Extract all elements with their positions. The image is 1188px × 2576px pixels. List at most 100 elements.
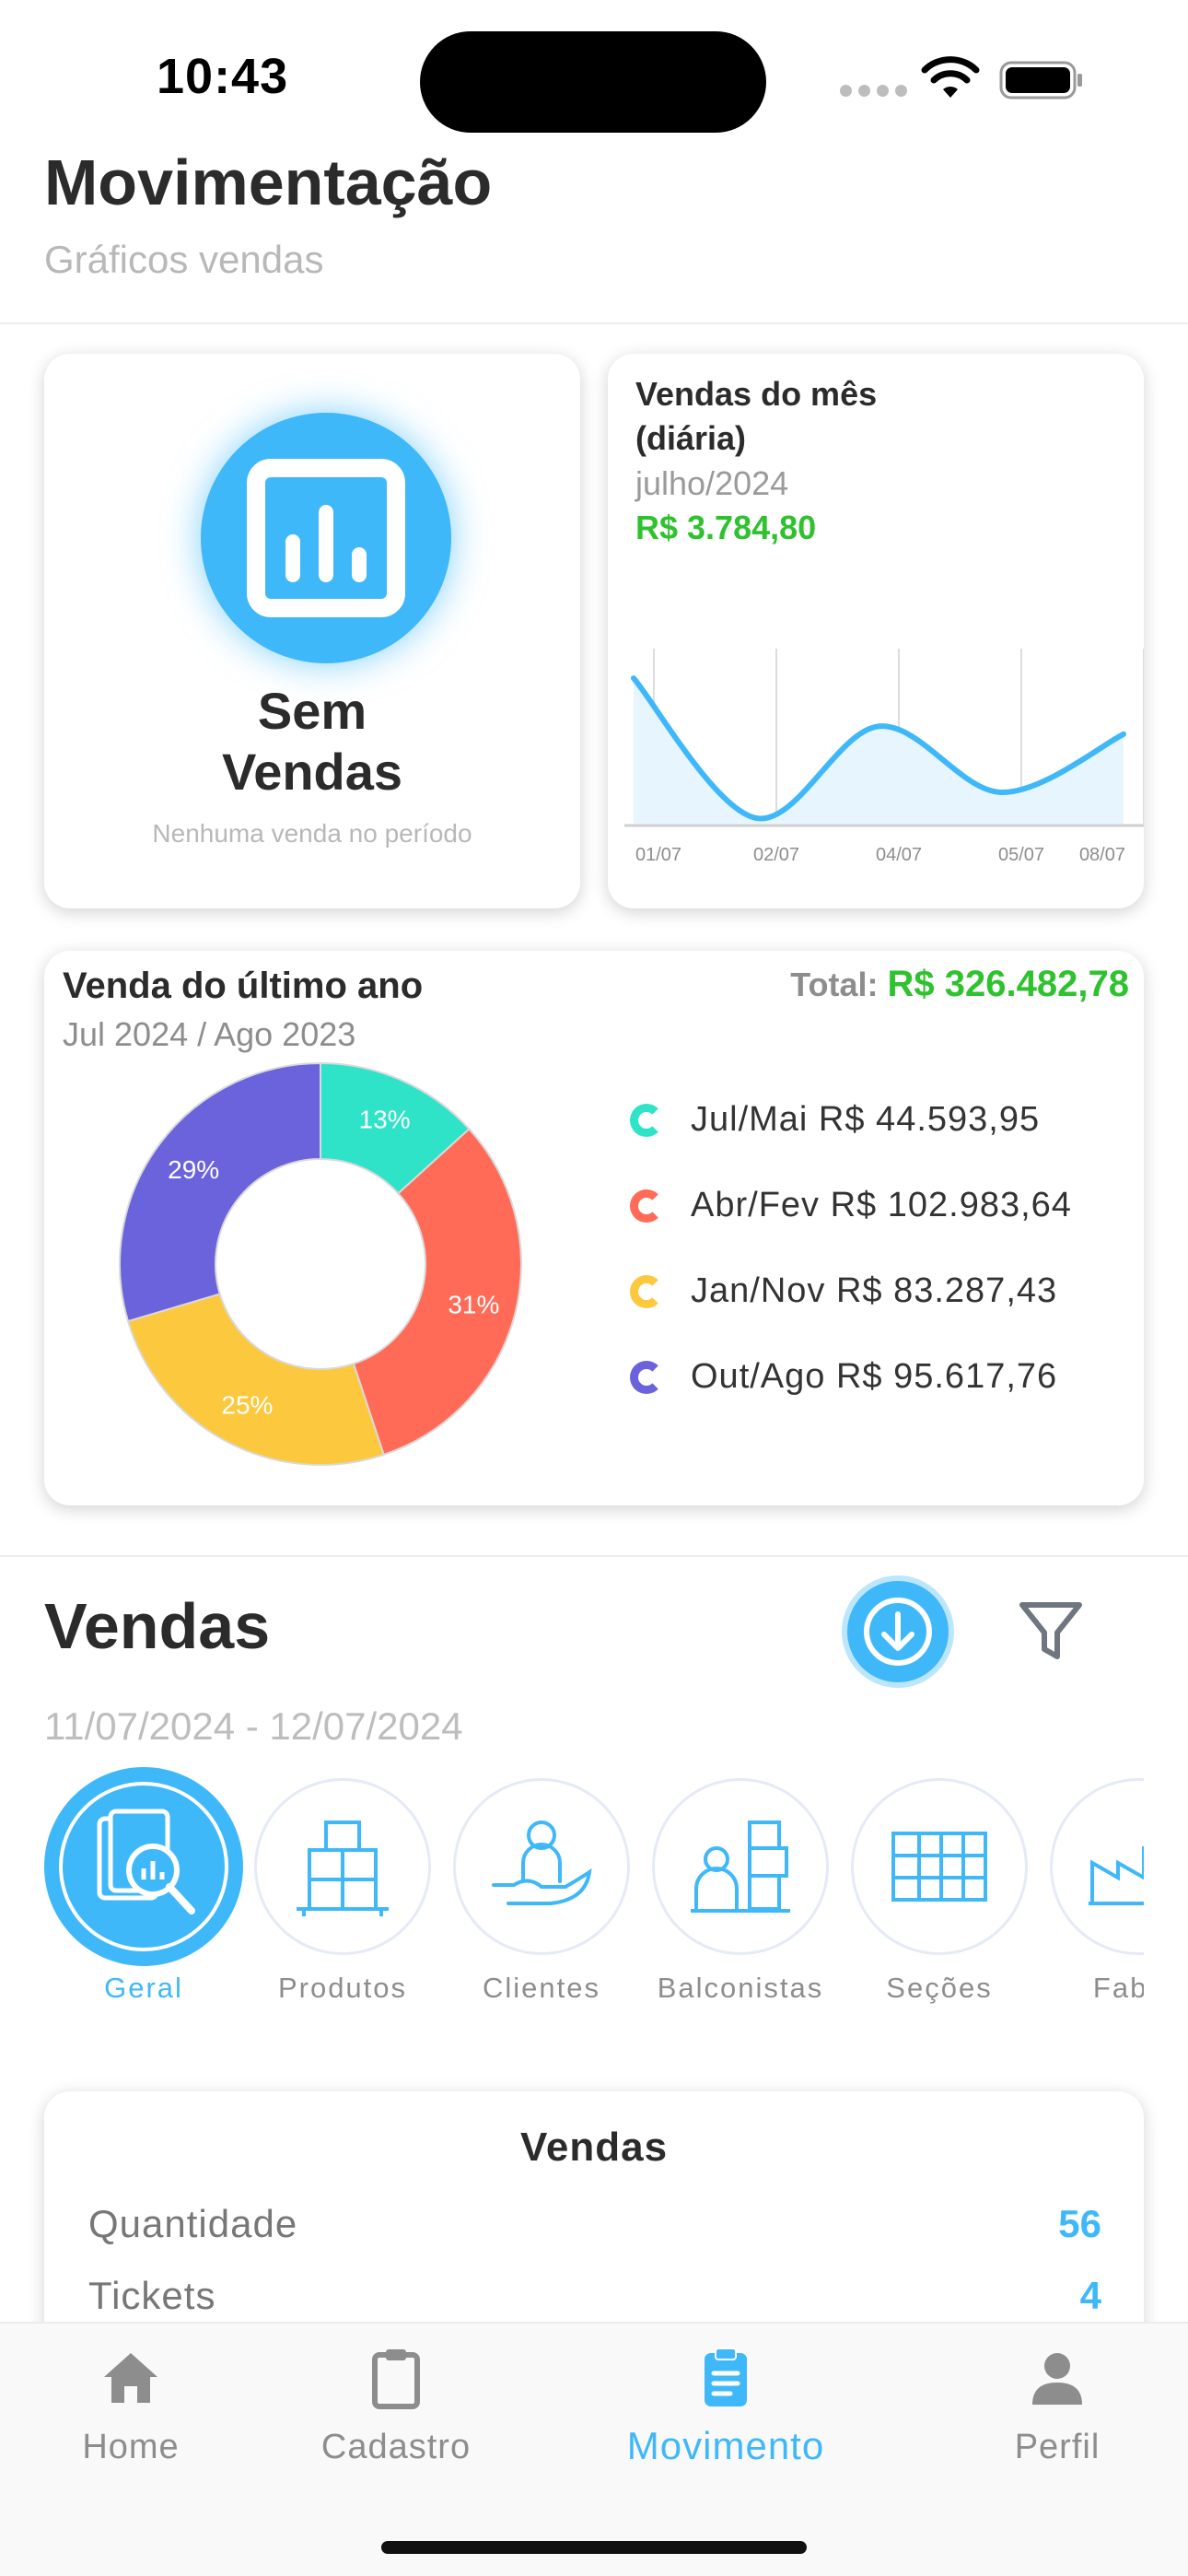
filter-icon[interactable]	[1017, 1598, 1085, 1666]
download-button[interactable]	[847, 1581, 949, 1682]
area-fill	[634, 678, 1124, 824]
boxes-icon	[297, 1821, 389, 1916]
sales-section-title: Vendas	[44, 1590, 271, 1662]
legend-swatch-icon	[630, 1188, 663, 1223]
monthly-sales-title: Vendas do mês (diária)	[635, 375, 878, 457]
x-tick-label: 04/07	[876, 845, 922, 865]
donut-slice	[126, 1293, 385, 1466]
user-icon	[1032, 2353, 1082, 2405]
client-hand-icon	[492, 1821, 592, 1905]
summary-label: Tickets	[88, 2274, 216, 2317]
page-subtitle: Gráficos vendas	[44, 238, 324, 281]
category-label: Fabric	[1092, 1972, 1144, 2004]
section-divider	[0, 1555, 1188, 1557]
category-clientes-badge	[453, 1778, 630, 1955]
yearly-sales-total: Total: R$ 326.482,78	[790, 964, 1129, 1005]
category-geral-badge	[44, 1767, 243, 1966]
legend-swatch-icon	[630, 1103, 663, 1137]
monthly-sales-chart: 01/07 02/07 04/07 05/07 08/07	[624, 649, 1144, 865]
yearly-sales-title: Venda do último ano	[63, 966, 424, 1006]
bar-chart-icon	[247, 459, 405, 617]
summary-value: 4	[1079, 2274, 1101, 2317]
donut-slice-label: 29%	[168, 1155, 219, 1184]
category-label: Geral	[104, 1972, 183, 2004]
tab-movimento[interactable]: Movimento	[606, 2324, 845, 2468]
yearly-sales-donut-chart: 13% 31% 25% 29%	[119, 1061, 522, 1466]
donut-slice-label: 13%	[359, 1106, 411, 1134]
legend-item: Out/Ago R$ 95.617,76	[630, 1357, 1057, 1397]
clipboard-icon	[372, 2349, 420, 2409]
category-fabricantes-badge	[1050, 1778, 1144, 1955]
category-secoes-badge	[851, 1778, 1028, 1955]
tab-label: Movimento	[626, 2424, 825, 2467]
home-icon	[104, 2353, 157, 2403]
category-produtos-badge	[254, 1778, 431, 1955]
status-time: 10:43	[157, 49, 289, 104]
battery-icon	[999, 61, 1082, 100]
signal-icon	[840, 85, 907, 97]
legend-label: Jul/Mai R$ 44.593,95	[691, 1100, 1041, 1139]
header-divider	[0, 322, 1188, 324]
yearly-sales-card[interactable]: Venda do último ano Jul 2024 / Ago 2023 …	[44, 951, 1144, 1505]
donut-slice-label: 31%	[448, 1291, 499, 1319]
legend-label: Out/Ago R$ 95.617,76	[691, 1357, 1058, 1396]
legend-item: Jan/Nov R$ 83.287,43	[630, 1271, 1057, 1311]
category-secoes[interactable]: Seções	[840, 1767, 1039, 2005]
donut-slice	[119, 1061, 321, 1323]
category-label: Clientes	[483, 1972, 600, 2004]
category-produtos[interactable]: Produtos	[243, 1767, 442, 2005]
no-sales-subtitle: Nenhuma venda no período	[152, 819, 472, 848]
tab-home[interactable]: Home	[11, 2324, 250, 2467]
category-label: Produtos	[277, 1972, 408, 2004]
sales-date-range[interactable]: 11/07/2024 - 12/07/2024	[44, 1704, 463, 1749]
tab-label: Cadastro	[320, 2428, 472, 2466]
summary-label: Quantidade	[88, 2202, 298, 2245]
total-value: R$ 326.482,78	[887, 964, 1129, 1004]
category-selector[interactable]: Geral Produtos Clientes Balconistas Seçõ…	[44, 1767, 1144, 2007]
x-tick-label: 05/07	[998, 845, 1044, 865]
legend-item: Abr/Fev R$ 102.983,64	[630, 1186, 1072, 1225]
arrow-down-circle-icon	[864, 1598, 932, 1666]
factory-icon	[1089, 1846, 1144, 1905]
category-balconistas[interactable]: Balconistas	[641, 1767, 840, 2005]
legend-swatch-icon	[630, 1360, 663, 1394]
wifi-icon	[921, 56, 980, 98]
dynamic-island	[420, 31, 766, 133]
summary-value: 56	[1058, 2202, 1101, 2245]
category-balconistas-badge	[652, 1778, 829, 1955]
donut-slice-label: 25%	[221, 1390, 273, 1419]
monthly-sales-period: julho/2024	[635, 464, 789, 502]
page-title: Movimentação	[44, 146, 493, 218]
clerk-icon	[691, 1821, 790, 1913]
clipboard-list-icon	[705, 2348, 747, 2406]
no-sales-chart-badge	[201, 413, 451, 663]
tab-bar: Home Cadastro Movimento Perfil	[0, 2322, 1188, 2576]
legend-label: Jan/Nov R$ 83.287,43	[691, 1271, 1058, 1310]
no-sales-title: Sem Vendas	[44, 681, 580, 802]
legend-swatch-icon	[630, 1274, 663, 1308]
shelves-icon	[891, 1832, 987, 1902]
no-sales-title-line2: Vendas	[221, 743, 403, 801]
category-geral[interactable]: Geral	[44, 1767, 243, 2005]
category-fabricantes[interactable]: Fabric	[1039, 1767, 1144, 2005]
legend-label: Abr/Fev R$ 102.983,64	[691, 1186, 1072, 1224]
no-sales-title-line1: Sem	[257, 682, 367, 740]
legend-item: Jul/Mai R$ 44.593,95	[630, 1100, 1040, 1140]
x-tick-label: 01/07	[635, 845, 681, 865]
home-indicator	[381, 2541, 807, 2554]
total-label: Total:	[790, 966, 879, 1003]
tab-label: Perfil	[1014, 2428, 1101, 2466]
monthly-sales-card[interactable]: Vendas do mês (diária) julho/2024 R$ 3.7…	[608, 354, 1144, 908]
category-label: Balconistas	[657, 1972, 824, 2004]
tab-cadastro[interactable]: Cadastro	[276, 2324, 516, 2467]
no-sales-card[interactable]: Sem Vendas Nenhuma venda no período	[44, 354, 580, 908]
summary-row-quantidade: Quantidade 56	[88, 2202, 1101, 2246]
category-clientes[interactable]: Clientes	[442, 1767, 641, 2005]
x-tick-label: 02/07	[753, 845, 799, 865]
yearly-sales-period: Jul 2024 / Ago 2023	[63, 1015, 356, 1053]
report-search-icon	[59, 1782, 228, 1951]
summary-title: Vendas	[519, 2125, 669, 2170]
x-tick-label: 08/07	[1079, 845, 1125, 865]
category-label: Seções	[886, 1972, 993, 2004]
tab-perfil[interactable]: Perfil	[938, 2324, 1177, 2467]
